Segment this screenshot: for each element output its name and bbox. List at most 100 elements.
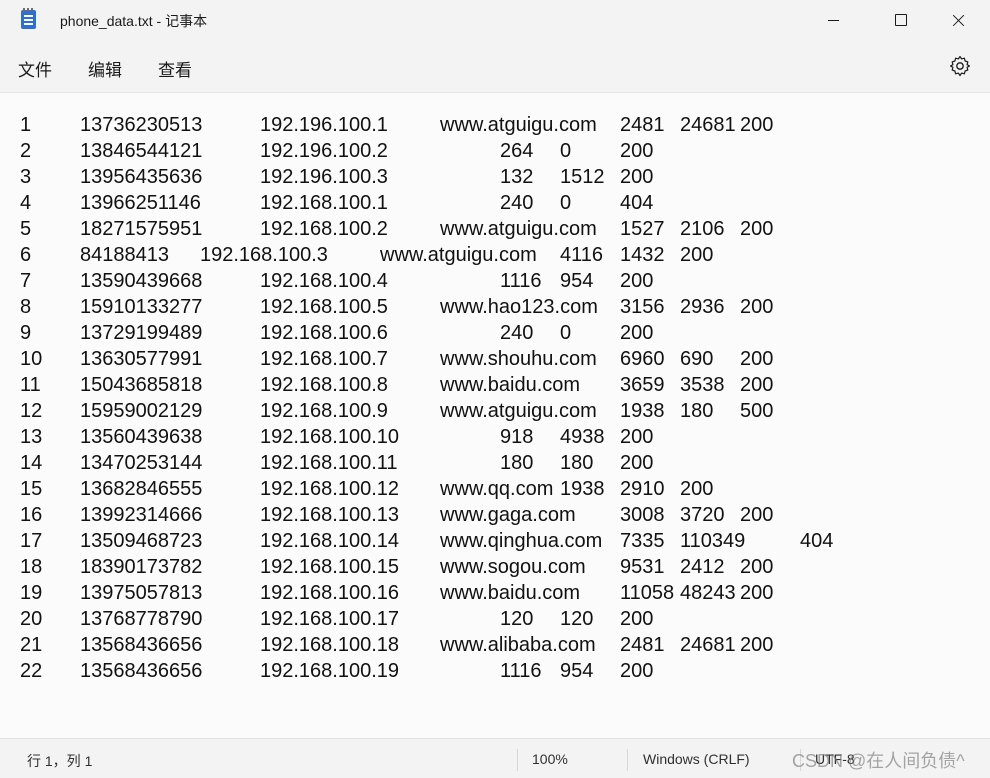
text-line: 3 13956435636 192.196.100.3 132 1512 200 [0, 164, 990, 190]
text-field: 120 [500, 608, 534, 630]
text-field: 192.168.100.1 [260, 192, 388, 214]
text-field: 200 [740, 348, 774, 370]
text-field: 200 [620, 608, 654, 630]
text-field: 4 [20, 192, 32, 214]
text-field: 404 [800, 530, 834, 552]
text-field: 13992314666 [80, 504, 203, 526]
text-field: www.atguigu.com [440, 218, 597, 240]
text-field: 192.168.100.12 [260, 478, 400, 500]
text-field: 2412 [680, 556, 725, 578]
text-field: 15 [20, 478, 43, 500]
text-field: 13 [20, 426, 43, 448]
notepad-window: phone_data.txt - 记事本 文件 编辑 查看 1 137362305… [0, 0, 990, 778]
text-field: 200 [740, 504, 774, 526]
text-field: 18390173782 [80, 556, 203, 578]
text-field: 200 [740, 582, 774, 604]
text-line: 13 13560439638 192.168.100.10 918 4938 200 [0, 424, 990, 450]
text-field: 3156 [620, 296, 665, 318]
text-field: 84188413 [80, 244, 169, 266]
text-field: 10 [20, 348, 43, 370]
close-icon [953, 14, 965, 26]
text-field: 192.168.100.3 [200, 244, 328, 266]
text-field: 18 [20, 556, 43, 578]
menu-edit[interactable]: 编辑 [88, 56, 122, 81]
text-line: 20 13768778790 192.168.100.17 120 120 200 [0, 606, 990, 632]
text-line: 1 13736230513 192.196.100.1 www.atguigu.com… [0, 112, 990, 138]
text-field: 1 [20, 114, 32, 136]
minimize-button[interactable] [810, 0, 856, 40]
text-field: 13966251146 [80, 192, 201, 214]
text-field: 192.168.100.18 [260, 634, 400, 656]
text-line: 8 15910133277 192.168.100.5 www.hao123.com 3… [0, 294, 990, 320]
text-field: 1527 [620, 218, 665, 240]
title-bar[interactable]: phone_data.txt - 记事本 [0, 0, 990, 40]
text-field: 180 [560, 452, 594, 474]
text-line: 6 84188413 192.168.100.3 www.atguigu.com 411… [0, 242, 990, 268]
menu-file[interactable]: 文件 [18, 56, 52, 81]
text-field: 192.168.100.13 [260, 504, 400, 526]
text-field: 192.168.100.19 [260, 660, 400, 682]
text-field: 180 [500, 452, 534, 474]
text-line: 10 13630577991 192.168.100.7 www.shouhu.com… [0, 346, 990, 372]
text-field: 192.168.100.9 [260, 400, 388, 422]
text-field: 15043685818 [80, 374, 203, 396]
text-field: 200 [740, 114, 774, 136]
text-field: 240 [500, 192, 534, 214]
text-field: 13682846555 [80, 478, 203, 500]
text-line: 16 13992314666 192.168.100.13 www.gaga.com 3… [0, 502, 990, 528]
menu-view[interactable]: 查看 [158, 56, 192, 81]
text-field: www.atguigu.com [440, 114, 597, 136]
text-field: 192.168.100.5 [260, 296, 388, 318]
line-ending[interactable]: Windows (CRLF) [643, 751, 750, 767]
text-field: 6960 [620, 348, 665, 370]
text-field: 200 [680, 478, 714, 500]
text-line: 9 13729199489 192.168.100.6 240 0 200 [0, 320, 990, 346]
settings-button[interactable] [948, 54, 972, 78]
status-separator [517, 749, 518, 771]
text-field: 21 [20, 634, 43, 656]
text-field: 13560439638 [80, 426, 203, 448]
text-field: 2106 [680, 218, 725, 240]
maximize-button[interactable] [878, 0, 924, 40]
text-field: www.hao123.com [440, 296, 598, 318]
text-field: 48243 [680, 582, 736, 604]
text-field: 200 [620, 426, 654, 448]
text-field: 200 [740, 296, 774, 318]
text-field: 13729199489 [80, 322, 203, 344]
text-field: www.baidu.com [440, 582, 581, 604]
text-field: 24681 [680, 114, 736, 136]
text-field: 2481 [620, 634, 665, 656]
text-line: 4 13966251146 192.168.100.1 240 0 404 [0, 190, 990, 216]
text-field: 13768778790 [80, 608, 203, 630]
text-field: 13736230513 [80, 114, 203, 136]
menu-bar: 文件 编辑 查看 [0, 40, 990, 92]
text-field: 1116 [500, 660, 542, 682]
text-field: 200 [620, 270, 654, 292]
text-field: 22 [20, 660, 43, 682]
text-field: www.atguigu.com [380, 244, 537, 266]
close-button[interactable] [936, 0, 982, 40]
text-field: 7 [20, 270, 32, 292]
text-line: 12 15959002129 192.168.100.9 www.atguigu.co… [0, 398, 990, 424]
text-field: 192.168.100.8 [260, 374, 388, 396]
text-field: 192.168.100.10 [260, 426, 400, 448]
text-field: 4116 [560, 244, 604, 266]
text-field: 200 [740, 374, 774, 396]
text-field: 11 [20, 374, 41, 396]
notepad-icon [21, 8, 36, 29]
text-field: 200 [620, 140, 654, 162]
gear-icon [949, 55, 971, 77]
text-field: 9 [20, 322, 32, 344]
text-editor[interactable]: 1 13736230513 192.196.100.1 www.atguigu.com… [0, 92, 990, 739]
text-line: 14 13470253144 192.168.100.11 180 180 200 [0, 450, 990, 476]
text-field: 14 [20, 452, 43, 474]
status-bar: 行 1，列 1 100% Windows (CRLF) UTF-8 CSDN @… [0, 738, 990, 778]
text-field: 18271575951 [80, 218, 203, 240]
text-field: 5 [20, 218, 32, 240]
text-field: 3008 [620, 504, 665, 526]
text-field: 918 [500, 426, 534, 448]
text-field: 7335 [620, 530, 665, 552]
text-field: 690 [680, 348, 714, 370]
zoom-level[interactable]: 100% [532, 751, 568, 767]
text-field: 500 [740, 400, 774, 422]
